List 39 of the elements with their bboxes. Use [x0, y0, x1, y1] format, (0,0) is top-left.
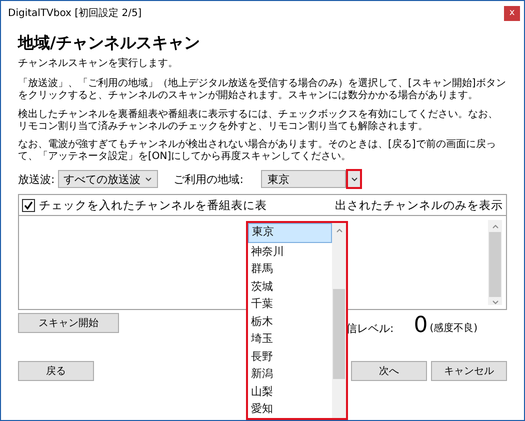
chevron-up-icon[interactable]: [336, 228, 342, 233]
region-option[interactable]: 茨城: [248, 278, 332, 295]
region-option[interactable]: 長野: [248, 348, 332, 365]
field-label: ご利用の地域:: [174, 172, 244, 187]
scan-start-button[interactable]: スキャン開始: [18, 313, 119, 334]
chevron-down-icon[interactable]: [492, 300, 498, 306]
region-option[interactable]: 東京: [248, 223, 332, 242]
region-option[interactable]: 神奈川: [248, 242, 332, 260]
broadcast-dropdown[interactable]: すべての放送波: [58, 170, 158, 188]
field-label: 放送波:: [18, 172, 55, 187]
region-option[interactable]: 千葉: [248, 295, 332, 312]
region-dropdown[interactable]: 東京: [261, 170, 346, 188]
chevron-down-icon: [144, 176, 152, 182]
dropdown-button[interactable]: [346, 169, 362, 190]
region-option[interactable]: 群馬: [248, 260, 332, 278]
region-option[interactable]: 山梨: [248, 382, 332, 400]
back-button[interactable]: 戻る: [18, 361, 94, 382]
next-button[interactable]: 次へ: [351, 361, 427, 382]
description-text: 「放送波」、「ご利用の地域」（地上デジタル放送を受信する場合のみ）を選択して、[スキャン開始]ボタンをクリックすると、チャンネルのスキャンが開始されます。スキャンには数分かかる場合があります。: [18, 78, 507, 103]
checkbox[interactable]: [22, 198, 35, 212]
column-header: チェックを入れたチャンネルを番組表に表: [39, 198, 267, 213]
signal-level-value: 0: [414, 312, 428, 338]
signal-status: (感度不良): [430, 322, 478, 336]
column-header: 出されたチャンネルのみを表示: [335, 198, 503, 213]
window-title: DigitalTVbox [初回設定 2/5]: [8, 6, 142, 20]
chevron-down-icon: [350, 176, 358, 182]
region-option[interactable]: 新潟: [248, 365, 332, 382]
chevron-up-icon[interactable]: [492, 224, 498, 230]
close-button[interactable]: x: [504, 6, 520, 20]
cancel-button[interactable]: キャンセル: [431, 361, 507, 382]
scrollbar[interactable]: [488, 220, 502, 306]
description-text: チャンネルスキャンを実行します。: [18, 58, 179, 70]
description-text: 検出したチャンネルを裏番組表や番組表に表示するには、チェックボックスを有効にしてください。なお、リモコン割り当て済みチャンネルのチェックを外すと、リモコン割り当ても解除されます。: [18, 108, 499, 133]
page-heading: 地域/チャンネルスキャン: [18, 33, 201, 54]
region-option[interactable]: 埼玉: [248, 330, 332, 348]
region-option[interactable]: 栃木: [248, 312, 332, 330]
description-text: なお、電波が強すぎてもチャンネルが検出されない場合があります。そのときは、[戻る]で前の画面に戻って、「アッテネータ設定」を[ON]にしてから再度スキャンしてください。: [18, 138, 497, 164]
scrollbar[interactable]: [332, 223, 346, 418]
region-option[interactable]: 愛知: [248, 400, 332, 418]
